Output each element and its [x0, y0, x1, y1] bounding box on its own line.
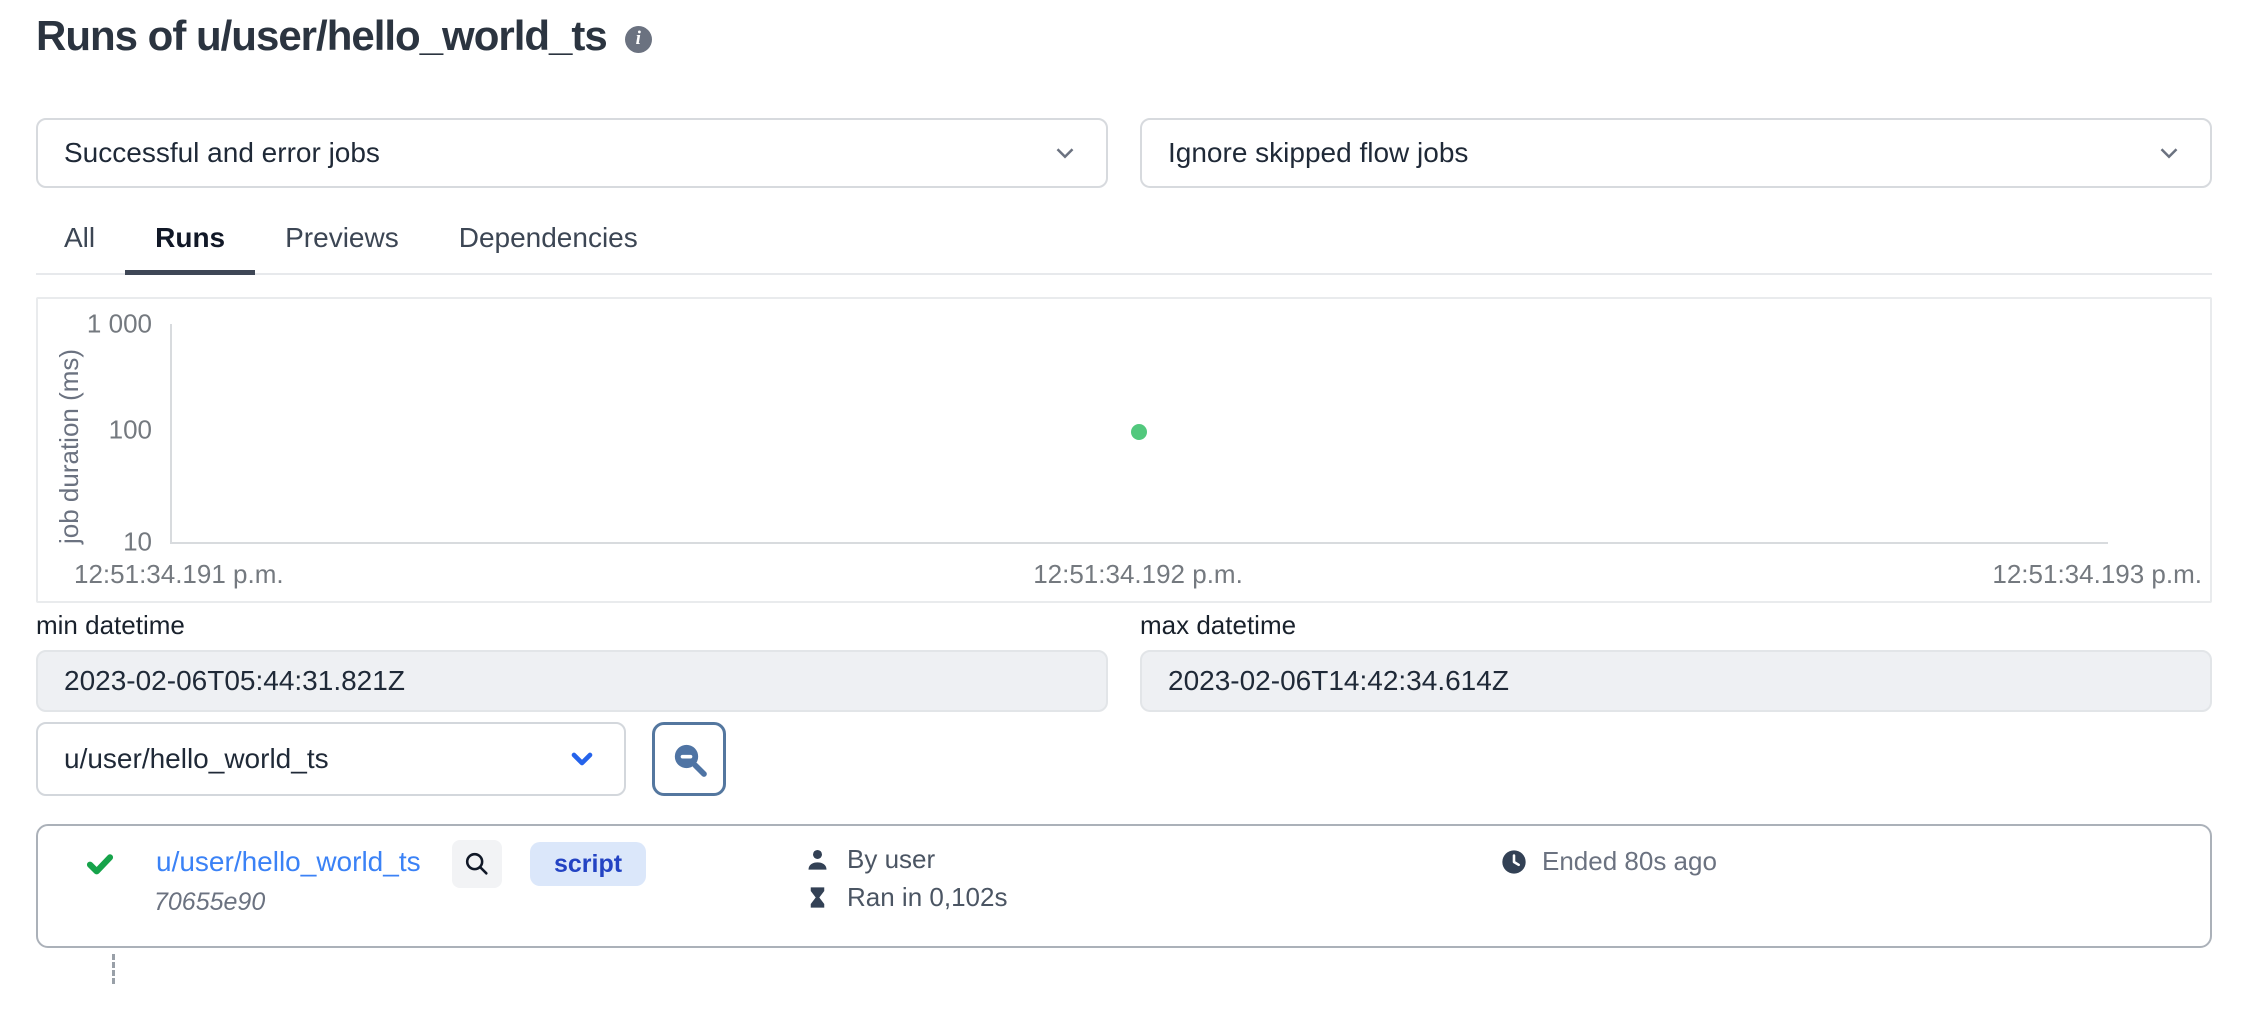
- x-tick-label: 12:51:34.191 p.m.: [74, 559, 284, 590]
- run-ended-text: Ended 80s ago: [1542, 846, 1717, 877]
- person-icon: [804, 846, 831, 873]
- run-by: By user: [847, 844, 935, 875]
- job-kind-badge: script: [530, 842, 646, 886]
- run-path-link[interactable]: u/user/hello_world_ts: [156, 846, 421, 878]
- chart-plot-area: [170, 324, 2108, 542]
- job-status-select[interactable]: Successful and error jobs: [36, 118, 1108, 188]
- y-tick-label: 1 000: [38, 309, 152, 340]
- min-datetime-label: min datetime: [36, 610, 1108, 641]
- run-data-point[interactable]: [1131, 424, 1147, 440]
- tabs: All Runs Previews Dependencies: [36, 212, 2212, 275]
- chevron-down-icon: [1050, 138, 1080, 168]
- page-header: Runs of u/user/hello_world_ts i: [36, 12, 652, 60]
- chevron-down-icon: [566, 743, 598, 775]
- search-runs-button[interactable]: [652, 722, 726, 796]
- clock-icon: [1500, 848, 1528, 876]
- tab-previews[interactable]: Previews: [255, 212, 429, 275]
- run-id: 70655e90: [154, 888, 265, 917]
- inspect-run-button[interactable]: [452, 840, 502, 888]
- max-datetime-value: 2023-02-06T14:42:34.614Z: [1168, 665, 1509, 697]
- info-icon[interactable]: i: [625, 26, 652, 53]
- tab-all[interactable]: All: [36, 212, 125, 275]
- chevron-down-icon: [2154, 138, 2184, 168]
- filters-row: Successful and error jobs Ignore skipped…: [36, 118, 2212, 188]
- script-path-select[interactable]: u/user/hello_world_ts: [36, 722, 626, 796]
- x-axis-line: [170, 542, 2108, 544]
- success-check-icon: [84, 848, 116, 885]
- min-datetime-input[interactable]: 2023-02-06T05:44:31.821Z: [36, 650, 1108, 712]
- page-title: Runs of u/user/hello_world_ts: [36, 12, 607, 60]
- info-icon-glyph: i: [636, 28, 641, 50]
- datetime-filters: min datetime 2023-02-06T05:44:31.821Z ma…: [36, 610, 2212, 712]
- run-meta: By user Ran in 0,102s: [804, 840, 1007, 916]
- max-datetime-label: max datetime: [1140, 610, 2212, 641]
- x-tick-label: 12:51:34.192 p.m.: [1033, 559, 1243, 590]
- y-tick-label: 10: [38, 527, 152, 558]
- magnifier-minus-icon: [669, 739, 709, 779]
- x-tick-label: 12:51:34.193 p.m.: [1992, 559, 2202, 590]
- runs-duration-chart: job duration (ms) 1 000 100 10 12:51:34.…: [36, 297, 2212, 603]
- min-datetime-value: 2023-02-06T05:44:31.821Z: [64, 665, 405, 697]
- skipped-flows-select[interactable]: Ignore skipped flow jobs: [1140, 118, 2212, 188]
- script-path-select-value: u/user/hello_world_ts: [64, 743, 329, 775]
- run-duration: Ran in 0,102s: [847, 882, 1007, 913]
- job-status-select-value: Successful and error jobs: [64, 137, 380, 169]
- timeline-tick: [112, 954, 115, 984]
- tab-dependencies[interactable]: Dependencies: [429, 212, 668, 275]
- run-ended: Ended 80s ago: [1500, 846, 1717, 877]
- skipped-flows-select-value: Ignore skipped flow jobs: [1168, 137, 1468, 169]
- hourglass-icon: [804, 884, 831, 911]
- script-picker-row: u/user/hello_world_ts: [36, 722, 726, 796]
- run-row[interactable]: u/user/hello_world_ts script 70655e90 By…: [36, 824, 2212, 948]
- max-datetime-input[interactable]: 2023-02-06T14:42:34.614Z: [1140, 650, 2212, 712]
- y-tick-label: 100: [38, 415, 152, 446]
- tab-runs[interactable]: Runs: [125, 212, 255, 275]
- magnifier-icon: [463, 850, 491, 878]
